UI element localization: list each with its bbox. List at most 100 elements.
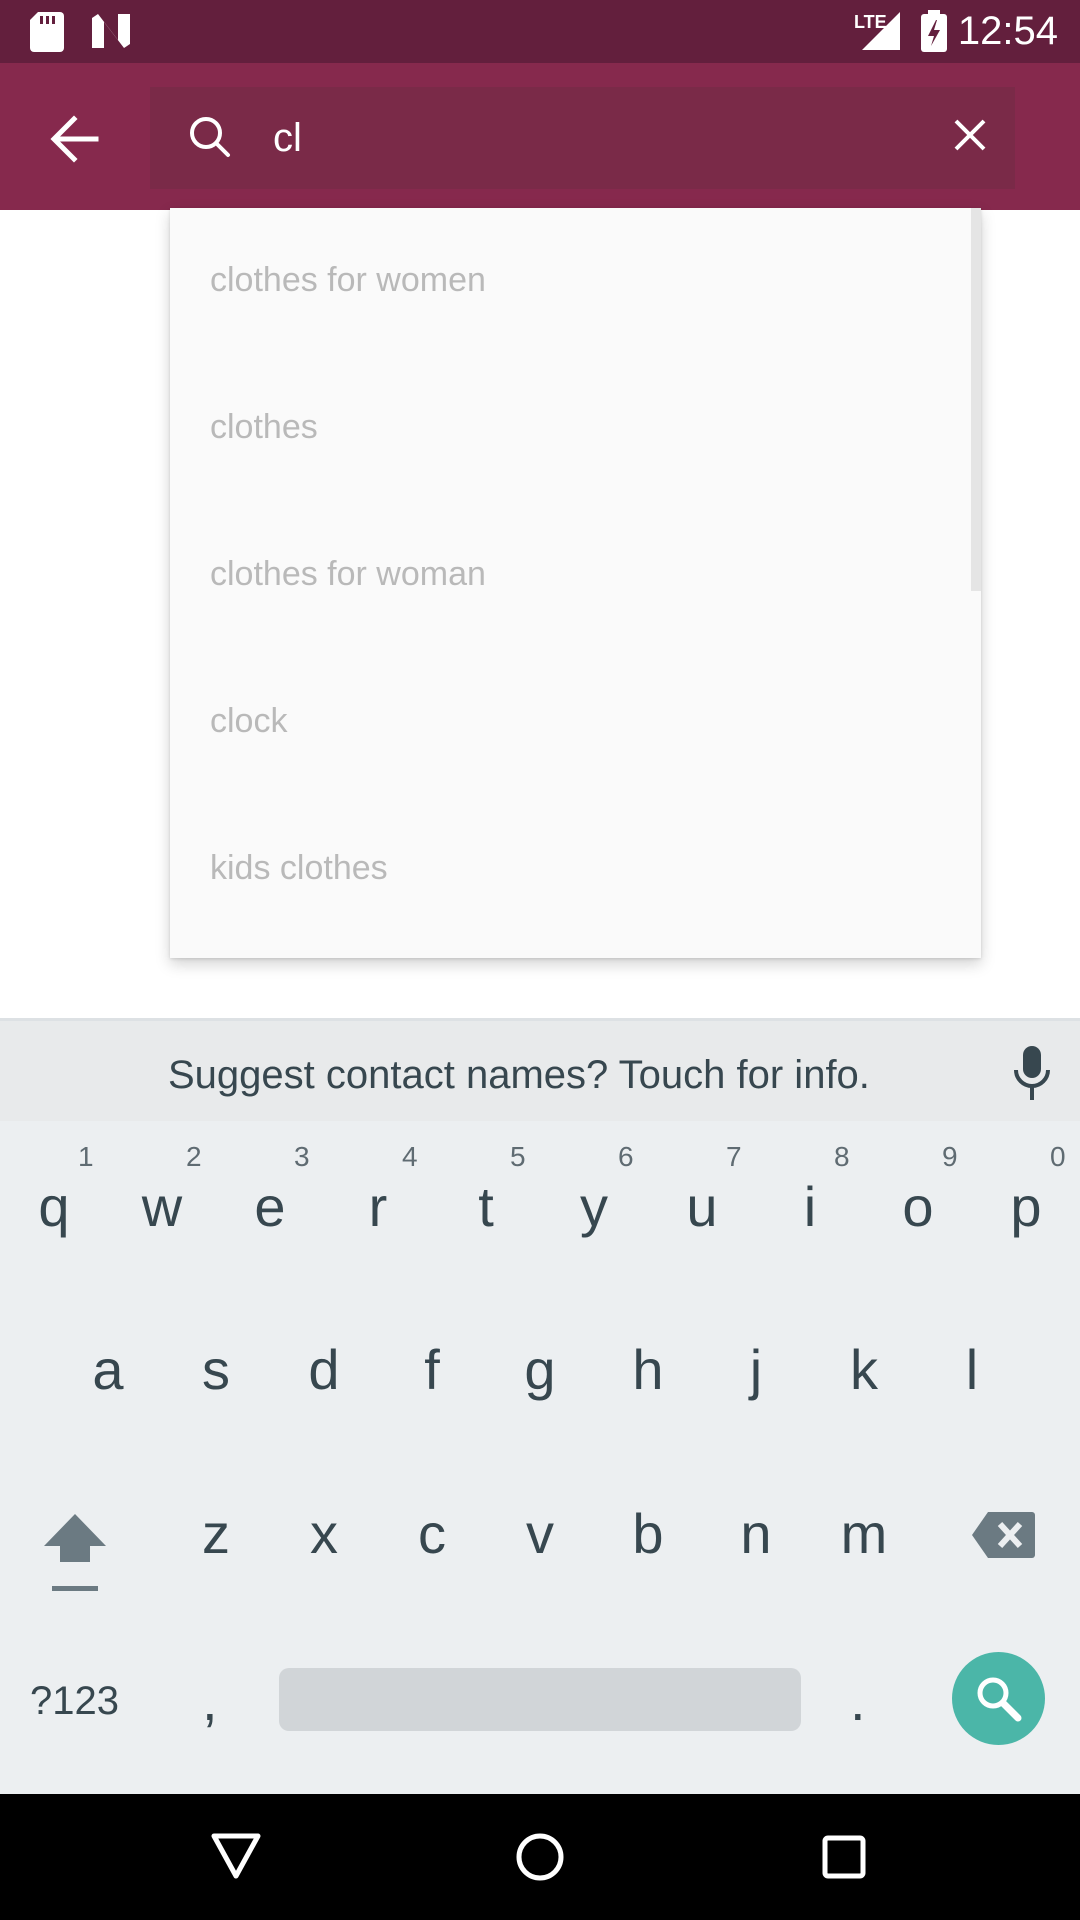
search-icon <box>190 117 230 157</box>
key-h[interactable]: h <box>594 1300 702 1460</box>
search-icon <box>977 1677 1022 1722</box>
suggestion-strip-text[interactable]: Suggest contact names? Touch for info. <box>168 1049 870 1101</box>
n-icon <box>92 14 130 48</box>
search-input[interactable]: cl <box>273 110 302 166</box>
backspace-key[interactable] <box>950 1470 1070 1630</box>
symbols-key[interactable]: ?123 <box>30 1676 119 1726</box>
suggestion-label: clothes for women <box>210 261 486 299</box>
key-w[interactable]: w 2 <box>108 1130 216 1290</box>
key-s[interactable]: s <box>162 1300 270 1460</box>
key-hint: 5 <box>510 1141 526 1172</box>
suggestion-label: clothes <box>210 408 318 446</box>
back-nav-icon[interactable] <box>210 1832 262 1880</box>
key-letter: e <box>254 1175 286 1238</box>
home-nav-icon[interactable] <box>515 1832 565 1882</box>
key-r[interactable]: r 4 <box>324 1130 432 1290</box>
key-o[interactable]: o 9 <box>864 1130 972 1290</box>
key-letter: m <box>840 1502 888 1565</box>
key-letter: q <box>38 1175 70 1238</box>
key-j[interactable]: j <box>702 1300 810 1460</box>
key-letter: x <box>310 1502 338 1565</box>
key-y[interactable]: y 6 <box>540 1130 648 1290</box>
key-m[interactable]: m <box>810 1470 918 1630</box>
space-bar[interactable] <box>279 1668 801 1731</box>
comma-key[interactable]: , <box>202 1668 218 1733</box>
keyboard-divider <box>0 1018 1080 1021</box>
status-bar <box>0 0 1080 63</box>
key-z[interactable]: z <box>162 1470 270 1630</box>
key-f[interactable]: f <box>378 1300 486 1460</box>
key-letter: i <box>803 1175 817 1238</box>
suggestion-item[interactable]: clock <box>170 649 970 796</box>
key-u[interactable]: u 7 <box>648 1130 756 1290</box>
key-i[interactable]: i 8 <box>756 1130 864 1290</box>
key-letter: d <box>308 1338 340 1401</box>
key-v[interactable]: v <box>486 1470 594 1630</box>
key-hint: 3 <box>294 1141 310 1172</box>
key-e[interactable]: e 3 <box>216 1130 324 1290</box>
arrow-back-icon[interactable] <box>48 113 100 165</box>
key-letter: f <box>424 1338 440 1401</box>
key-l[interactable]: l <box>918 1300 1026 1460</box>
recents-nav-icon[interactable] <box>822 1835 866 1879</box>
key-hint: 1 <box>78 1141 94 1172</box>
suggestion-item[interactable]: clothes <box>170 355 970 502</box>
key-c[interactable]: c <box>378 1470 486 1630</box>
key-t[interactable]: t 5 <box>432 1130 540 1290</box>
key-p[interactable]: p 0 <box>972 1130 1080 1290</box>
key-hint: 4 <box>402 1141 418 1172</box>
key-a[interactable]: a <box>54 1300 162 1460</box>
key-d[interactable]: d <box>270 1300 378 1460</box>
key-x[interactable]: x <box>270 1470 378 1630</box>
key-letter: y <box>580 1175 608 1238</box>
key-letter: b <box>632 1502 664 1565</box>
suggestion-item[interactable]: kids clothes <box>170 796 970 943</box>
key-hint: 0 <box>1050 1141 1066 1172</box>
key-letter: r <box>368 1175 388 1238</box>
suggestions-scrollbar[interactable] <box>971 208 981 591</box>
key-letter: j <box>749 1338 763 1401</box>
key-letter: o <box>902 1175 934 1238</box>
key-letter: a <box>92 1338 124 1401</box>
key-letter: v <box>526 1502 554 1565</box>
suggestions-list: clothes for women clothes clothes for wo… <box>170 208 981 958</box>
key-letter: n <box>740 1502 772 1565</box>
key-hint: 6 <box>618 1141 634 1172</box>
key-letter: p <box>1010 1175 1042 1238</box>
suggestion-label: clothes for woman <box>210 555 486 593</box>
close-icon[interactable] <box>953 118 987 152</box>
key-hint: 7 <box>726 1141 742 1172</box>
battery-charging-icon <box>921 10 947 52</box>
key-k[interactable]: k <box>810 1300 918 1460</box>
key-letter: k <box>850 1338 878 1401</box>
key-letter: z <box>202 1502 230 1565</box>
suggestion-label: kids clothes <box>210 849 388 887</box>
microphone-icon[interactable] <box>1012 1046 1052 1102</box>
key-hint: 9 <box>942 1141 958 1172</box>
backspace-icon <box>972 1512 1035 1558</box>
key-n[interactable]: n <box>702 1470 810 1630</box>
key-letter: w <box>141 1175 183 1238</box>
key-letter: h <box>632 1338 664 1401</box>
suggestion-item[interactable]: clothes for woman <box>170 502 970 649</box>
key-letter: s <box>202 1338 230 1401</box>
key-q[interactable]: q 1 <box>0 1130 108 1290</box>
sd-card-icon <box>30 12 64 52</box>
keyboard-search-button[interactable] <box>952 1652 1045 1745</box>
key-letter: g <box>524 1338 556 1401</box>
suggestion-item[interactable]: clothes for women <box>170 208 970 355</box>
period-key[interactable]: . <box>850 1668 866 1733</box>
key-letter: c <box>418 1502 446 1565</box>
status-time: 12:54 <box>957 9 1058 53</box>
key-letter: t <box>478 1175 494 1238</box>
suggestion-label: clock <box>210 702 288 740</box>
key-hint: 2 <box>186 1141 202 1172</box>
key-letter: u <box>686 1175 718 1238</box>
shift-icon <box>44 1514 106 1591</box>
signal-icon <box>862 12 900 50</box>
key-letter: l <box>965 1338 979 1401</box>
shift-key[interactable] <box>10 1470 140 1630</box>
key-b[interactable]: b <box>594 1470 702 1630</box>
key-g[interactable]: g <box>486 1300 594 1460</box>
key-hint: 8 <box>834 1141 850 1172</box>
